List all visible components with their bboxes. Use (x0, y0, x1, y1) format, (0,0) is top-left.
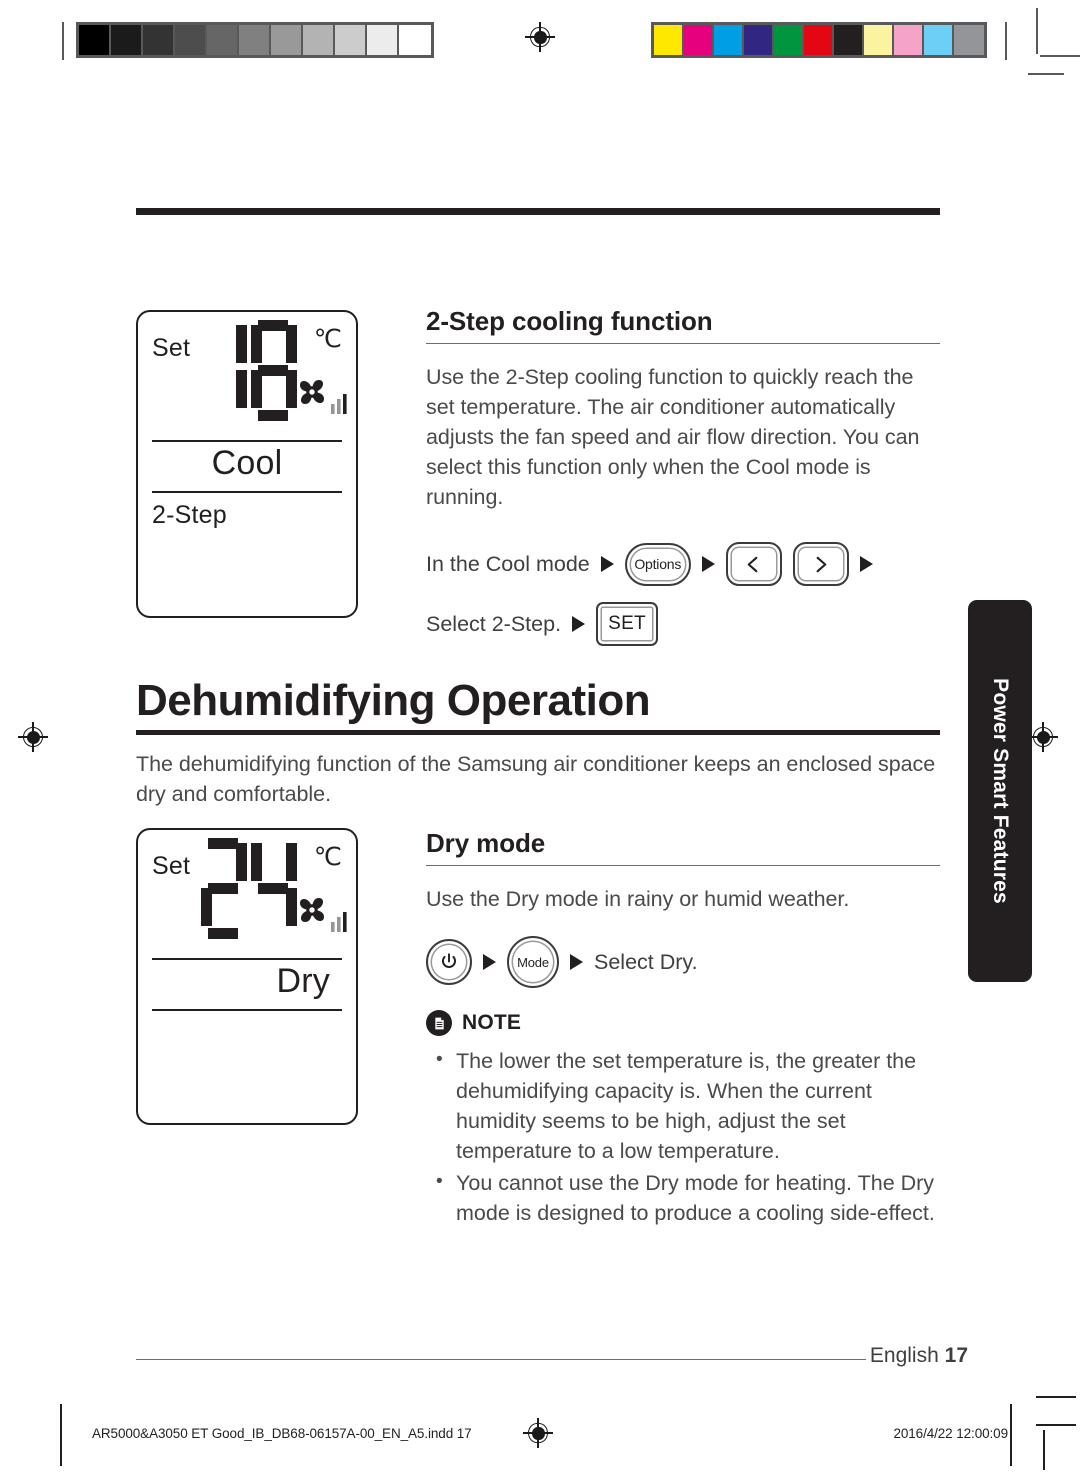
crop-tick-bottom-3 (1043, 1430, 1045, 1470)
two-step-instruction-row-2: Select 2-Step. SET (426, 602, 940, 647)
options-button[interactable]: Options (624, 542, 691, 586)
list-item: The lower the set temperature is, the gr… (426, 1045, 940, 1166)
dry-mode-body: Use the Dry mode in rainy or humid weath… (426, 887, 850, 912)
dry-mode-instruction-row: Mode Select Dry. (426, 936, 940, 989)
page-title: Dehumidifying Operation (136, 676, 651, 725)
fan-icon (286, 364, 348, 420)
lcd-unit-dry: ℃ (313, 843, 342, 871)
lcd-set-label-cool: Set (152, 334, 191, 362)
grayscale-calibration-bar (76, 22, 434, 58)
dry-mode-action-label: Select Dry. (594, 949, 698, 974)
crop-tick-vertical (1036, 8, 1038, 54)
registration-mark-top (525, 22, 555, 52)
footer-page-number: 17 (944, 1344, 968, 1367)
arrow-triangle-icon (483, 954, 496, 971)
lcd-set-label-dry: Set (152, 852, 191, 880)
note-header: NOTE (426, 1010, 940, 1037)
crop-tick-bottom-2 (1036, 1424, 1076, 1426)
registration-mark-right (1028, 722, 1058, 752)
imprint-filename: AR5000&A3050 ET Good_IB_DB68-06157A-00_E… (92, 1426, 472, 1441)
dry-mode-section: Dry mode Use the Dry mode in rainy or hu… (426, 828, 940, 1228)
chevron-left-icon[interactable] (725, 542, 782, 587)
arrow-triangle-icon (600, 556, 614, 573)
footer-page-indicator: English 17 (870, 1344, 968, 1368)
power-icon[interactable] (426, 939, 472, 986)
lcd-unit-cool: ℃ (313, 325, 342, 353)
two-step-section: 2-Step cooling function Use the 2-Step c… (426, 306, 940, 647)
chevron-right-icon[interactable] (792, 542, 849, 587)
heading-rule (426, 343, 940, 345)
title-rule (136, 730, 940, 735)
lcd-readout-dry: Set ℃ (138, 830, 356, 958)
registration-mark-left (18, 722, 48, 752)
heading-rule (426, 865, 940, 867)
lcd-empty-area (138, 1019, 356, 1123)
mode-button[interactable]: Mode (507, 936, 559, 989)
dry-mode-heading: Dry mode (426, 828, 546, 858)
arrow-triangle-icon (701, 556, 715, 573)
note-label: NOTE (462, 1011, 522, 1035)
section-top-rule (136, 208, 940, 215)
imprint-rule-left (60, 1404, 62, 1466)
step2-label: Select 2-Step. (426, 611, 562, 636)
dehumidifying-body: The dehumidifying function of the Samsun… (136, 751, 936, 806)
two-step-body: Use the 2-Step cooling function to quick… (426, 365, 920, 510)
lcd-readout-cool: Set ℃ (138, 312, 356, 440)
imprint-timestamp: 2016/4/22 12:00:09 (893, 1426, 1008, 1441)
two-step-heading: 2-Step cooling function (426, 306, 713, 336)
crop-tick-horizontal-1 (1040, 55, 1080, 57)
arrow-triangle-icon (572, 616, 586, 633)
lcd-panel-dry-wrapper: Set ℃ Dry (136, 828, 366, 1126)
dehumidifying-section: Dehumidifying Operation The dehumidifyin… (136, 676, 940, 809)
note-document-icon (426, 1010, 452, 1037)
lcd-empty-area (138, 530, 356, 616)
lcd-sub-label-dry (138, 1011, 356, 1019)
color-calibration-bar (651, 22, 987, 58)
crop-mark-left (62, 22, 64, 60)
manual-page: Set ℃ Cool 2-Step 2-Step cooling functio… (0, 0, 1080, 1476)
lcd-display-dry: Set ℃ Dry (136, 828, 358, 1126)
crop-tick-horizontal-2 (1028, 73, 1064, 75)
lcd-temperature-cool (200, 318, 300, 422)
arrow-triangle-icon (570, 954, 583, 971)
list-item: You cannot use the Dry mode for heating.… (426, 1167, 940, 1228)
footer-language: English (869, 1344, 939, 1367)
lcd-sub-label-cool: 2-Step (152, 501, 227, 530)
registration-mark-bottom (523, 1418, 553, 1448)
fan-icon (286, 882, 348, 938)
crop-tick-bottom-1 (1036, 1396, 1076, 1398)
footer-rule (136, 1359, 866, 1361)
seven-segment-digit (200, 836, 248, 940)
arrow-triangle-icon (859, 556, 873, 573)
lcd-temperature-dry (200, 836, 300, 940)
note-list: The lower the set temperature is, the gr… (426, 1045, 940, 1228)
lcd-mode-label-cool: Cool (211, 444, 283, 483)
set-button[interactable]: SET (596, 602, 659, 647)
two-step-instruction-row-1: In the Cool mode Options (426, 542, 940, 587)
step1-label: In the Cool mode (426, 551, 590, 576)
seven-segment-digit (200, 318, 248, 422)
side-tab-power-smart-features: Power Smart Features (968, 600, 1032, 982)
lcd-panel-cool-wrapper: Set ℃ Cool 2-Step (136, 310, 366, 619)
side-tab-label: Power Smart Features (989, 678, 1013, 904)
crop-mark-right (1005, 22, 1007, 60)
lcd-display-cool: Set ℃ Cool 2-Step (136, 310, 358, 619)
lcd-mode-label-dry: Dry (276, 962, 330, 1001)
imprint-rule-right (1010, 1404, 1012, 1466)
